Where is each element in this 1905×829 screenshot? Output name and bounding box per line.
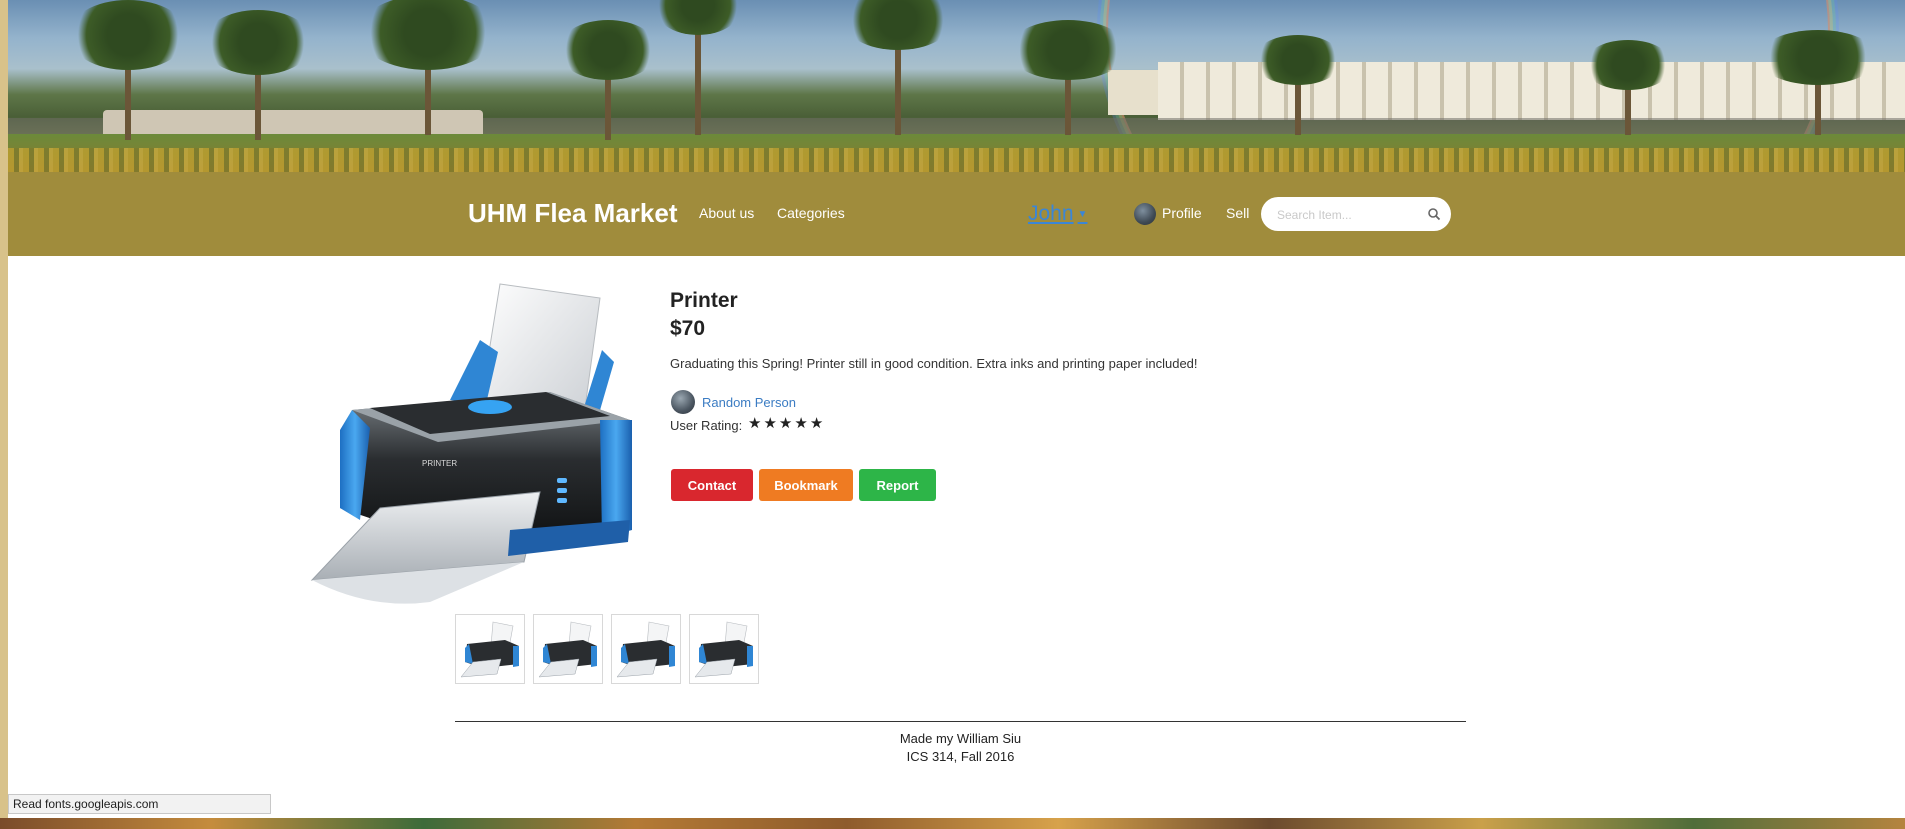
seller-link[interactable]: Random Person	[702, 395, 796, 410]
nav-link-categories[interactable]: Categories	[777, 205, 845, 221]
product-main-image: PRINTER	[310, 283, 632, 604]
thumbnail-4[interactable]	[689, 614, 759, 684]
svg-text:PRINTER: PRINTER	[422, 459, 457, 468]
star-icon: ★	[763, 415, 777, 432]
nav-link-profile[interactable]: Profile	[1162, 205, 1202, 221]
seller-avatar[interactable]	[671, 390, 695, 414]
star-icon: ★	[778, 415, 793, 432]
search-box	[1261, 197, 1451, 231]
search-icon[interactable]	[1427, 207, 1441, 221]
product-description: Graduating this Spring! Printer still in…	[670, 356, 1198, 371]
star-icon: ★	[748, 415, 762, 432]
search-input[interactable]	[1275, 205, 1419, 225]
desktop-background-strip	[0, 818, 1905, 829]
browser-page: UHM Flea Market About us Categories John…	[8, 0, 1905, 818]
thumbnail-3[interactable]	[611, 614, 681, 684]
user-dropdown[interactable]: John ▼	[1028, 202, 1087, 226]
user-dropdown-label: John	[1028, 202, 1074, 225]
caret-down-icon: ▼	[1077, 208, 1088, 220]
navbar: UHM Flea Market About us Categories John…	[8, 172, 1905, 256]
profile-avatar[interactable]	[1134, 203, 1156, 225]
product-title: Printer	[670, 289, 738, 312]
brand-title[interactable]: UHM Flea Market	[468, 198, 678, 229]
nav-link-sell[interactable]: Sell	[1226, 205, 1249, 221]
bookmark-button[interactable]: Bookmark	[759, 469, 853, 501]
thumbnail-1[interactable]	[455, 614, 525, 684]
footer-credit: Made my William Siu	[899, 731, 1022, 746]
user-rating-label: User Rating:	[670, 418, 743, 433]
campus-banner-image	[8, 0, 1905, 172]
nav-link-about-us[interactable]: About us	[699, 205, 754, 221]
window-edge	[0, 0, 8, 829]
user-rating-stars: ★ ★ ★ ★ ★	[748, 414, 825, 433]
footer-course: ICS 314, Fall 2016	[906, 749, 1015, 764]
star-icon: ★	[809, 415, 824, 432]
contact-button[interactable]: Contact	[671, 469, 753, 501]
star-icon: ★	[794, 415, 808, 432]
browser-status-bar: Read fonts.googleapis.com	[8, 794, 271, 814]
report-button[interactable]: Report	[859, 469, 936, 501]
thumbnail-2[interactable]	[533, 614, 603, 684]
footer-divider	[455, 721, 1466, 722]
product-price: $70	[670, 317, 706, 340]
